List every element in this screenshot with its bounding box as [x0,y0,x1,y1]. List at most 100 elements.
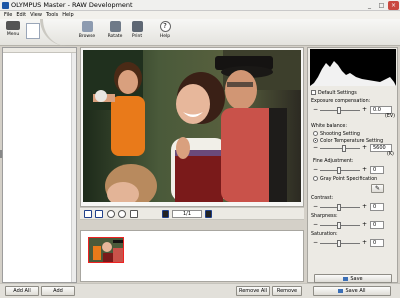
save-all-icon [338,288,344,293]
menu-help[interactable]: Help [62,11,73,19]
help-button-label: Help [159,34,171,39]
histogram [310,49,396,86]
exposure-minus[interactable]: − [312,107,319,114]
contrast-slider[interactable]: − + [312,204,368,211]
color-temp-slider[interactable]: − + [312,145,368,152]
browse-icon [81,21,93,32]
print-button[interactable]: Print [126,21,148,45]
remove-all-button[interactable]: Remove All [236,286,270,296]
menu-button[interactable]: Menu [2,21,24,45]
saturation-minus[interactable]: − [312,240,319,247]
page-counter: 1/1 [172,210,202,218]
eyedropper-button[interactable]: ✎ [371,184,384,193]
menu-icon [6,21,20,30]
saturation-value[interactable]: 0 [370,239,384,247]
window-title: OLYMPUS Master - RAW Development [11,1,133,9]
save-button[interactable]: Save [314,274,392,283]
rotate-icon [109,21,121,32]
exposure-plus[interactable]: + [361,107,368,114]
app-icon [2,2,9,9]
eyedropper-icon: ✎ [374,185,381,192]
color-temp-track [320,148,360,149]
menu-edit[interactable]: Edit [16,11,26,19]
menu-tools[interactable]: Tools [46,11,58,19]
color-temp-plus[interactable]: + [361,145,368,152]
contrast-value[interactable]: 0 [370,203,384,211]
add-all-button[interactable]: Add All [5,286,39,296]
maximize-button[interactable]: □ [376,1,387,10]
sharpness-slider[interactable]: − + [312,222,368,229]
folder-panel-scrollbar[interactable] [71,53,76,282]
menu-view[interactable]: View [30,11,42,19]
sharpness-thumb[interactable] [337,222,341,229]
menu-file[interactable]: File [4,11,12,19]
sharpness-value[interactable]: 0 [370,221,384,229]
fine-adjustment-minus[interactable]: − [312,167,319,174]
color-temp-unit: (K) [387,152,394,157]
exposure-slider[interactable]: − + [312,107,368,114]
save-all-button[interactable]: Save All [313,286,391,296]
help-button[interactable]: ? Help [154,21,176,45]
page-icon [26,23,40,39]
sharpness-minus[interactable]: − [312,222,319,229]
color-temp-thumb[interactable] [342,145,346,152]
shooting-setting-radio[interactable]: Shooting Setting [313,131,360,138]
add-button[interactable]: Add [41,286,75,296]
rotate-button-label: Rotate [107,34,123,39]
save-all-label: Save All [345,288,366,294]
save-icon [343,276,349,281]
exposure-value[interactable]: 0.0 [370,106,392,114]
shooting-setting-dot[interactable] [313,131,318,136]
zoom-in-icon[interactable] [107,210,115,218]
close-button[interactable]: × [388,1,399,10]
saturation-plus[interactable]: + [361,240,368,247]
gray-point-radio[interactable]: Gray Point Specification [313,176,377,183]
folder-panel-header [3,48,76,53]
gray-point-dot[interactable] [313,176,318,181]
color-temp-value[interactable]: 5600 [370,144,392,152]
default-settings-check[interactable] [311,90,316,95]
remove-button[interactable]: Remove [272,286,302,296]
contrast-label: Contrast: [311,196,334,201]
folder-panel [2,47,77,283]
contrast-thumb[interactable] [337,204,341,211]
next-image-button[interactable] [205,210,212,218]
prev-image-button[interactable] [162,210,169,218]
saturation-label: Saturation: [311,232,338,237]
contrast-plus[interactable]: + [361,204,368,211]
saturation-thumb[interactable] [337,240,341,247]
zoom-out-icon[interactable] [118,210,126,218]
fine-adjustment-plus[interactable]: + [361,167,368,174]
shooting-setting-label: Shooting Setting [320,132,360,137]
print-icon [131,21,143,32]
actual-size-icon[interactable] [95,210,103,218]
fine-adjustment-value[interactable]: 0 [370,166,384,174]
photo-art [83,50,301,202]
default-settings-checkbox[interactable]: Default Settings [311,90,357,97]
color-temp-dot[interactable] [313,138,318,143]
sharpness-plus[interactable]: + [361,222,368,229]
filmstrip [80,230,304,282]
left-splitter-arrow[interactable] [0,150,2,158]
hand-tool-icon[interactable] [130,210,138,218]
color-temp-minus[interactable]: − [312,145,319,152]
preview-image[interactable] [83,50,301,202]
browse-button[interactable]: Browse [76,21,98,45]
white-balance-label: White balance: [311,124,347,129]
menu-bar: File Edit View Tools Help [0,11,400,19]
fine-adjustment-thumb[interactable] [337,167,341,174]
thumbnail[interactable] [88,237,124,263]
rotate-button[interactable]: Rotate [104,21,126,45]
fit-view-icon[interactable] [84,210,92,218]
exposure-thumb[interactable] [337,107,341,114]
title-bar: OLYMPUS Master - RAW Development _ □ × [0,0,400,11]
histogram-graph [310,61,396,86]
minimize-button[interactable]: _ [364,1,375,10]
default-settings-label: Default Settings [318,91,357,96]
contrast-minus[interactable]: − [312,204,319,211]
sharpness-label: Sharpness: [311,214,338,219]
preview-controls: 1/1 [80,207,304,220]
exposure-unit: (EV) [385,114,396,119]
saturation-slider[interactable]: − + [312,240,368,247]
fine-adjustment-slider[interactable]: − + [312,167,368,174]
